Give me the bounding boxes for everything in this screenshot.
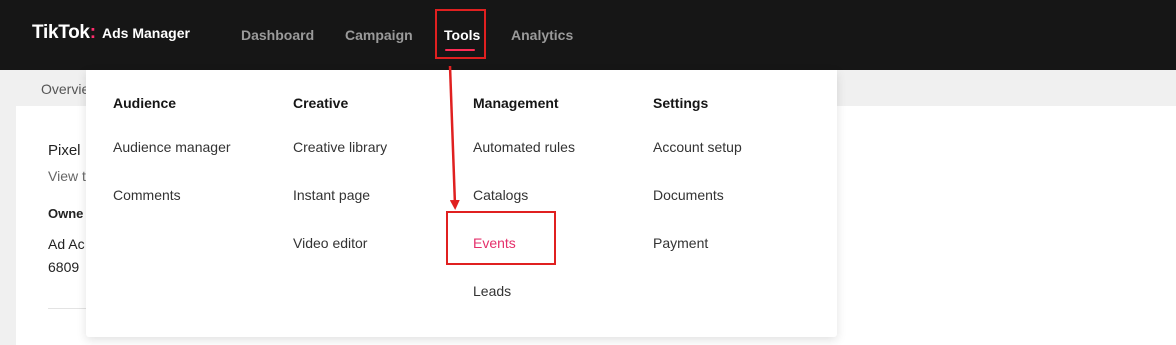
annotation-arrow: [448, 65, 460, 210]
